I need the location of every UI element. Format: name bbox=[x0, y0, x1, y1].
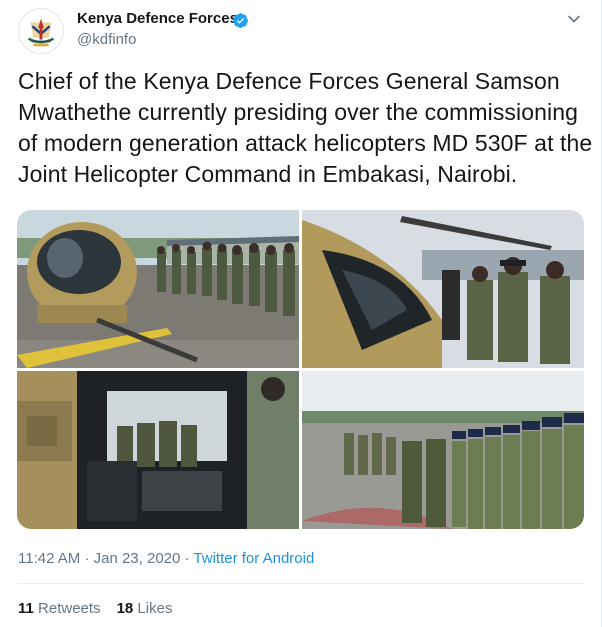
verified-badge-icon bbox=[233, 13, 248, 28]
tweet-time[interactable]: 11:42 AM bbox=[18, 550, 80, 567]
likes-stat[interactable]: 18 Likes bbox=[117, 600, 173, 617]
meta-separator: · bbox=[80, 550, 94, 567]
display-name[interactable]: Kenya Defence Forces bbox=[77, 10, 238, 27]
retweets-label: Retweets bbox=[38, 600, 101, 617]
photo-officers-lineup[interactable] bbox=[302, 371, 584, 529]
likes-label: Likes bbox=[137, 600, 173, 617]
meta-separator: · bbox=[180, 550, 194, 567]
tweet-date[interactable]: Jan 23, 2020 bbox=[94, 550, 181, 567]
photo-helicopter-front-officers[interactable] bbox=[17, 210, 299, 368]
tweet-stats: 11 Retweets 18 Likes bbox=[18, 600, 172, 617]
tweet-metadata: 11:42 AM · Jan 23, 2020 · Twitter for An… bbox=[18, 550, 314, 567]
tweet-card: Kenya Defence Forces @kdfinfo Chief of t… bbox=[0, 0, 602, 627]
retweets-count: 11 bbox=[18, 600, 34, 617]
retweets-stat[interactable]: 11 Retweets bbox=[18, 600, 101, 617]
tweet-text: Chief of the Kenya Defence Forces Genera… bbox=[18, 68, 593, 187]
divider bbox=[18, 583, 583, 584]
photo-cockpit-interior[interactable] bbox=[17, 371, 299, 529]
media-grid bbox=[17, 210, 584, 529]
avatar[interactable] bbox=[18, 8, 64, 54]
likes-count: 18 bbox=[116, 600, 134, 617]
tweet-source-link[interactable]: Twitter for Android bbox=[193, 550, 314, 567]
user-handle[interactable]: @kdfinfo bbox=[77, 31, 136, 48]
kdf-emblem-logo bbox=[19, 9, 63, 53]
photo-helicopter-inspection[interactable] bbox=[302, 210, 584, 368]
chevron-down-icon[interactable] bbox=[567, 12, 581, 26]
